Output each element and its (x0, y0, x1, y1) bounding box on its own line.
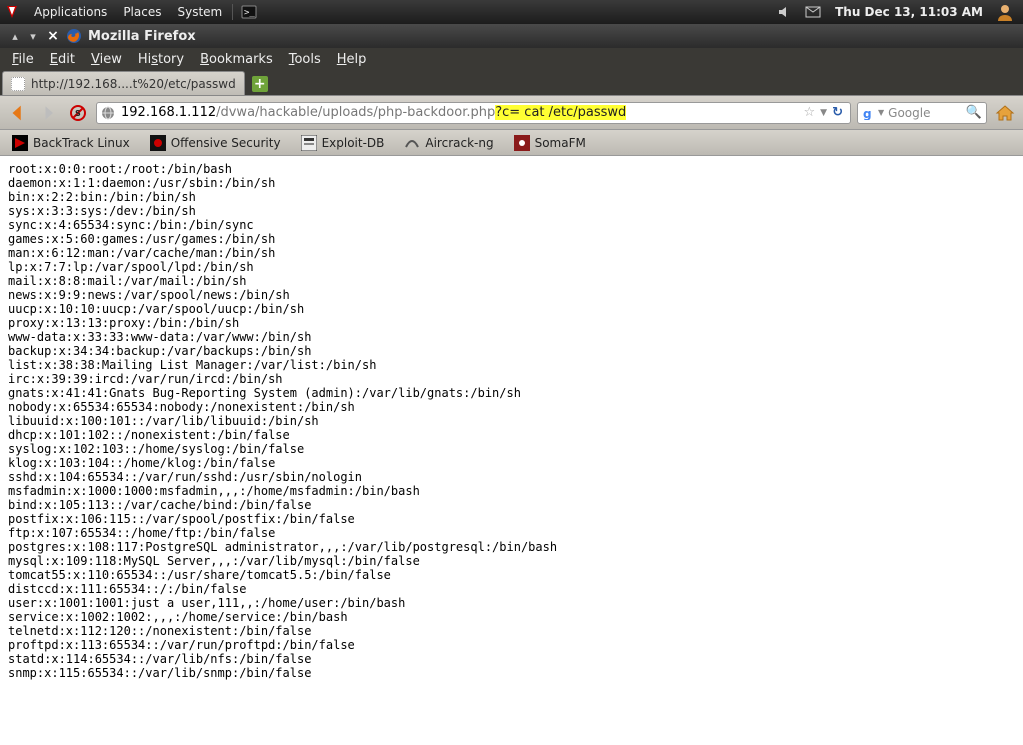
menu-tools[interactable]: Tools (281, 52, 329, 67)
browser-tab[interactable]: http://192.168....t%20/etc/passwd (2, 71, 245, 95)
bookmark-label: Aircrack-ng (425, 136, 493, 150)
url-bar[interactable]: 192.168.1.112/dvwa/hackable/uploads/php-… (96, 102, 851, 124)
search-submit-icon[interactable]: 🔍 (966, 105, 982, 120)
panel-menu-applications[interactable]: Applications (26, 5, 115, 19)
plus-icon: + (252, 76, 268, 92)
window-close-icon[interactable]: × (46, 28, 60, 44)
forward-button[interactable] (36, 101, 60, 125)
search-engine-dropdown-icon[interactable]: ▼ (878, 108, 884, 117)
reload-icon[interactable]: ↻ (829, 105, 846, 120)
svg-text:S: S (75, 109, 81, 118)
firefox-icon (66, 28, 82, 44)
page-content: root:x:0:0:root:/root:/bin/bash daemon:x… (0, 156, 1023, 745)
panel-clock[interactable]: Thu Dec 13, 11:03 AM (827, 5, 991, 19)
menu-bookmarks[interactable]: Bookmarks (192, 52, 281, 67)
bookmark-offsec[interactable]: Offensive Security (142, 133, 289, 153)
panel-menu-system[interactable]: System (169, 5, 230, 19)
window-up-icon[interactable]: ▴ (8, 30, 22, 43)
backtrack-icon (12, 135, 28, 151)
bookmark-label: BackTrack Linux (33, 136, 130, 150)
window-down-icon[interactable]: ▾ (26, 30, 40, 43)
firefox-menu-bar: File Edit View History Bookmarks Tools H… (0, 48, 1023, 70)
google-icon: g (862, 106, 876, 120)
svg-text:g: g (863, 107, 872, 120)
svg-text:>_: >_ (244, 8, 255, 18)
home-button[interactable] (993, 101, 1017, 125)
panel-separator (232, 4, 233, 20)
bookmark-aircrack[interactable]: Aircrack-ng (396, 133, 501, 153)
bookmark-backtrack[interactable]: BackTrack Linux (4, 133, 138, 153)
tab-favicon-icon (11, 77, 25, 91)
somafm-icon (514, 135, 530, 151)
bookmarks-toolbar: BackTrack Linux Offensive Security Explo… (0, 130, 1023, 156)
bookmark-star-icon[interactable]: ☆ (801, 105, 819, 120)
menu-file[interactable]: File (4, 52, 42, 67)
menu-history[interactable]: History (130, 52, 192, 67)
bookmark-somafm[interactable]: SomaFM (506, 133, 594, 153)
search-placeholder: Google (888, 106, 966, 120)
bookmark-label: Exploit-DB (322, 136, 385, 150)
tab-title: http://192.168....t%20/etc/passwd (31, 77, 236, 91)
bookmark-label: SomaFM (535, 136, 586, 150)
bookmark-label: Offensive Security (171, 136, 281, 150)
gnome-panel: Applications Places System >_ Thu Dec 13… (0, 0, 1023, 24)
panel-menu-places[interactable]: Places (115, 5, 169, 19)
window-title: Mozilla Firefox (88, 29, 196, 44)
bookmark-exploitdb[interactable]: Exploit-DB (293, 133, 393, 153)
menu-edit[interactable]: Edit (42, 52, 83, 67)
back-button[interactable] (6, 101, 30, 125)
aircrack-icon (404, 135, 420, 151)
menu-help[interactable]: Help (329, 52, 375, 67)
window-titlebar[interactable]: ▴ ▾ × Mozilla Firefox (0, 24, 1023, 48)
terminal-launcher-icon[interactable]: >_ (241, 4, 257, 20)
mail-icon[interactable] (805, 4, 821, 20)
volume-icon[interactable] (777, 4, 793, 20)
navigation-toolbar: S 192.168.1.112/dvwa/hackable/uploads/ph… (0, 96, 1023, 130)
url-history-dropdown-icon[interactable]: ▼ (818, 108, 829, 118)
new-tab-button[interactable]: + (249, 74, 271, 94)
offsec-icon (150, 135, 166, 151)
globe-icon (101, 106, 115, 120)
url-highlighted-query: ?c= cat /etc/passwd (495, 105, 626, 120)
menu-view[interactable]: View (83, 52, 130, 67)
search-box[interactable]: g ▼ Google 🔍 (857, 102, 987, 124)
tab-strip: http://192.168....t%20/etc/passwd + (0, 70, 1023, 96)
exploitdb-icon (301, 135, 317, 151)
url-path: /dvwa/hackable/uploads/php-backdoor.php (216, 105, 495, 120)
noscript-icon[interactable]: S (66, 101, 90, 125)
url-host: 192.168.1.112 (121, 105, 216, 120)
user-switcher-icon[interactable] (995, 2, 1015, 22)
distro-logo-icon (4, 4, 20, 20)
